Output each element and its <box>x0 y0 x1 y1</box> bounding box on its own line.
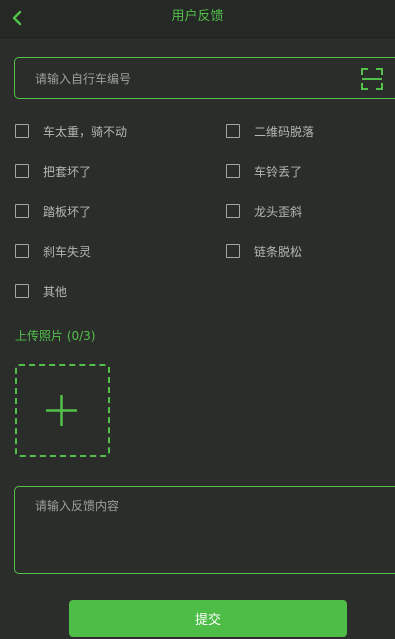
issue-option-label: 链条脱松 <box>254 244 303 259</box>
issue-option-other[interactable]: 其他 <box>15 282 67 300</box>
issue-option-label: 车太重，骑不动 <box>43 124 128 139</box>
top-bar: 用户反馈 <box>0 0 395 38</box>
checkbox[interactable] <box>15 164 29 178</box>
issue-option-label: 其他 <box>43 284 68 299</box>
scan-icon <box>361 68 383 90</box>
issue-option-label: 二维码脱落 <box>254 124 315 139</box>
issue-option-too-heavy[interactable]: 车太重，骑不动 <box>15 122 127 140</box>
issue-option-grip-broken[interactable]: 把套坏了 <box>15 162 91 180</box>
checkbox[interactable] <box>226 124 240 138</box>
checkbox[interactable] <box>15 284 29 298</box>
issue-option-label: 车铃丢了 <box>254 164 303 179</box>
issue-option-pedal-broken[interactable]: 踏板坏了 <box>15 202 91 220</box>
submit-button[interactable]: 提交 <box>69 600 347 637</box>
bike-number-input[interactable] <box>33 58 357 100</box>
checkbox[interactable] <box>226 164 240 178</box>
checkbox[interactable] <box>15 204 29 218</box>
add-photo-button[interactable] <box>15 364 110 457</box>
checkbox[interactable] <box>226 244 240 258</box>
checkbox[interactable] <box>15 124 29 138</box>
upload-photos-title: 上传照片 (0/3) <box>15 329 96 343</box>
issue-option-brake-failure[interactable]: 刹车失灵 <box>15 242 91 260</box>
checkbox[interactable] <box>226 204 240 218</box>
plus-icon <box>46 395 77 426</box>
page-title: 用户反馈 <box>171 9 224 24</box>
feedback-field <box>14 486 395 574</box>
feedback-textarea[interactable] <box>33 495 387 569</box>
checkbox[interactable] <box>15 244 29 258</box>
issue-option-chain-loose[interactable]: 链条脱松 <box>226 242 302 260</box>
issue-option-label: 龙头歪斜 <box>254 204 303 219</box>
bike-number-field <box>14 57 395 100</box>
issue-option-label: 刹车失灵 <box>43 244 92 259</box>
issue-option-qr-code-off[interactable]: 二维码脱落 <box>226 122 314 140</box>
issue-option-bell-missing[interactable]: 车铃丢了 <box>226 162 302 180</box>
issue-option-handlebar-crooked[interactable]: 龙头歪斜 <box>226 202 302 220</box>
scan-button[interactable] <box>361 68 383 90</box>
issue-option-label: 把套坏了 <box>43 164 92 179</box>
issue-option-label: 踏板坏了 <box>43 204 92 219</box>
